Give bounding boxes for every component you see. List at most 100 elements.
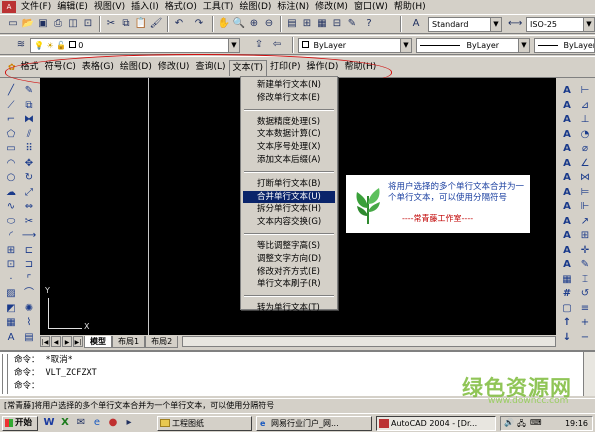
- tab-layout1[interactable]: 布局1: [112, 335, 146, 348]
- preview-icon[interactable]: ◫: [66, 17, 80, 31]
- copy-object-icon[interactable]: ⧉: [21, 99, 37, 113]
- chevron-down-icon[interactable]: ▼: [228, 39, 239, 52]
- dim-style-icon[interactable]: ⟷: [508, 17, 522, 31]
- redo-icon[interactable]: ↷: [192, 17, 206, 31]
- layer-previous-icon[interactable]: ⇦: [270, 38, 284, 52]
- dim-continue-icon[interactable]: ⊩: [577, 200, 593, 214]
- copy-icon[interactable]: ⧉: [119, 17, 133, 31]
- prev-tab-icon[interactable]: ◀: [51, 336, 61, 347]
- text-space-icon[interactable]: A: [559, 157, 575, 171]
- text-edit-icon[interactable]: A: [559, 99, 575, 113]
- excel-icon[interactable]: X: [58, 416, 72, 430]
- menu-item[interactable]: 绘图(D): [236, 0, 274, 14]
- erase-icon[interactable]: ✎: [21, 84, 37, 98]
- publish-icon[interactable]: ⊡: [81, 17, 95, 31]
- volume-icon[interactable]: 🔊: [504, 418, 514, 427]
- text-up-icon[interactable]: ↑: [559, 316, 575, 330]
- lock-icon[interactable]: 🔓: [56, 41, 66, 50]
- chevron-down-icon[interactable]: ▼: [518, 39, 529, 52]
- dim-text-edit-icon[interactable]: ⌶: [577, 273, 593, 287]
- text-menu-item[interactable]: 单行文本清理(R): [243, 315, 335, 327]
- text-menu-item[interactable]: 等比调整字高(S): [243, 240, 335, 252]
- menu-item[interactable]: 帮助(H): [391, 0, 429, 14]
- dim-baseline-icon[interactable]: ⊨: [577, 186, 593, 200]
- menu-item[interactable]: 视图(V): [91, 0, 128, 14]
- line-icon[interactable]: ╱: [3, 84, 19, 98]
- text-menu-item[interactable]: 文本内容交换(G): [243, 216, 335, 228]
- menu-item[interactable]: 插入(I): [128, 0, 162, 14]
- media-icon[interactable]: ●: [106, 416, 120, 430]
- horizontal-scrollbar[interactable]: [182, 336, 556, 347]
- text-style-combo[interactable]: Standard ▼: [428, 17, 502, 32]
- menu-item[interactable]: 修改(M): [312, 0, 351, 14]
- layer-manager-icon[interactable]: ≋: [14, 38, 28, 52]
- menu-item[interactable]: 编辑(E): [54, 0, 91, 14]
- ellipse-arc-icon[interactable]: ◜: [3, 229, 19, 243]
- task-autocad[interactable]: AutoCAD 2004 - [Dr...: [376, 416, 496, 431]
- dim-quick-icon[interactable]: ⋈: [577, 171, 593, 185]
- dim-tolerance-icon[interactable]: ⊞: [577, 229, 593, 243]
- trim-icon[interactable]: ✂: [21, 215, 37, 229]
- text-convert-icon[interactable]: A: [559, 171, 575, 185]
- plugin-menu-item[interactable]: 帮助(H): [341, 60, 379, 75]
- text-table-icon[interactable]: ▦: [559, 273, 575, 287]
- layer-combo[interactable]: 💡 ☀ 🔓 0 ▼: [30, 38, 240, 53]
- text-menu-item[interactable]: 单行文本刷子(R): [243, 278, 335, 290]
- text-number-icon[interactable]: #: [559, 287, 575, 301]
- text-menu-item[interactable]: 合并单行文本(U): [243, 190, 335, 203]
- plugin-menu-item[interactable]: 绘图(D): [117, 60, 155, 75]
- light-bulb-icon[interactable]: 💡: [34, 41, 44, 50]
- dim-style-small-icon[interactable]: ≡: [577, 302, 593, 316]
- pan-icon[interactable]: ✋: [217, 17, 231, 31]
- menu-item[interactable]: 格式(O): [162, 0, 200, 14]
- start-button[interactable]: 开始: [2, 416, 38, 431]
- dim-radius-icon[interactable]: ◔: [577, 128, 593, 142]
- lineweight-combo[interactable]: ByLayer: [534, 38, 595, 53]
- task-folder[interactable]: 工程图纸: [157, 416, 252, 431]
- ellipse-icon[interactable]: ⬭: [3, 215, 19, 229]
- plugin-menu-item[interactable]: 表格(G): [79, 60, 117, 75]
- chevron-down-icon[interactable]: ▼: [490, 18, 501, 31]
- properties-icon[interactable]: ▤: [285, 17, 299, 31]
- task-browser[interactable]: e 网易行业门户_网...: [256, 416, 372, 431]
- paste-icon[interactable]: 📋: [134, 17, 148, 31]
- dim-angular-icon[interactable]: ∠: [577, 157, 593, 171]
- make-block-icon[interactable]: ⊡: [3, 258, 19, 272]
- extend-icon[interactable]: ⟶: [21, 229, 37, 243]
- zoom-previous-icon[interactable]: ⊖: [262, 17, 276, 31]
- hatch-icon[interactable]: ▨: [3, 287, 19, 301]
- open-file-icon[interactable]: 📂: [21, 17, 35, 31]
- make-current-layer-icon[interactable]: ⇪: [252, 38, 266, 52]
- dim-ordinate-icon[interactable]: ⊥: [577, 113, 593, 127]
- text-justify-icon[interactable]: A: [559, 142, 575, 156]
- next-tab-icon[interactable]: ▶: [62, 336, 72, 347]
- plugin-menu-item[interactable]: 格式: [18, 60, 42, 75]
- dim-diameter-icon[interactable]: ⌀: [577, 142, 593, 156]
- text-menu-item[interactable]: 转为单行文本(T): [243, 302, 335, 314]
- region-icon[interactable]: ◩: [3, 302, 19, 316]
- polyline-icon[interactable]: ⌐: [3, 113, 19, 127]
- first-tab-icon[interactable]: |◀: [40, 336, 50, 347]
- tool-palettes-icon[interactable]: ▦: [315, 17, 329, 31]
- sun-icon[interactable]: ☀: [47, 41, 54, 50]
- new-file-icon[interactable]: ▭: [6, 17, 20, 31]
- properties-small-icon[interactable]: ▤: [21, 331, 37, 345]
- menu-item[interactable]: 窗口(W): [351, 0, 391, 14]
- text-menu-item[interactable]: 拆分单行文本(H): [243, 203, 335, 215]
- move-icon[interactable]: ✥: [21, 157, 37, 171]
- text-spell-icon[interactable]: A: [559, 200, 575, 214]
- text-mask-icon[interactable]: A: [559, 215, 575, 229]
- network-icon[interactable]: 🖧: [517, 418, 526, 432]
- quicklaunch-icon[interactable]: ▸: [122, 416, 136, 430]
- dim-update-icon[interactable]: ↺: [577, 287, 593, 301]
- explode-icon[interactable]: ✺: [21, 302, 37, 316]
- text-menu-item[interactable]: 修改单行文本(E): [243, 92, 335, 104]
- plugin-menu-item[interactable]: 操作(D): [303, 60, 341, 75]
- point-icon[interactable]: ·: [3, 273, 19, 287]
- design-center-icon[interactable]: ⊞: [300, 17, 314, 31]
- plugin-menu-item[interactable]: 打印(P): [267, 60, 303, 75]
- last-tab-icon[interactable]: ▶|: [73, 336, 83, 347]
- text-menu-item[interactable]: 添加文本后缀(A): [243, 154, 335, 166]
- browser-icon[interactable]: e: [90, 416, 104, 430]
- text-menu-item[interactable]: 打断单行文本(B): [243, 178, 335, 190]
